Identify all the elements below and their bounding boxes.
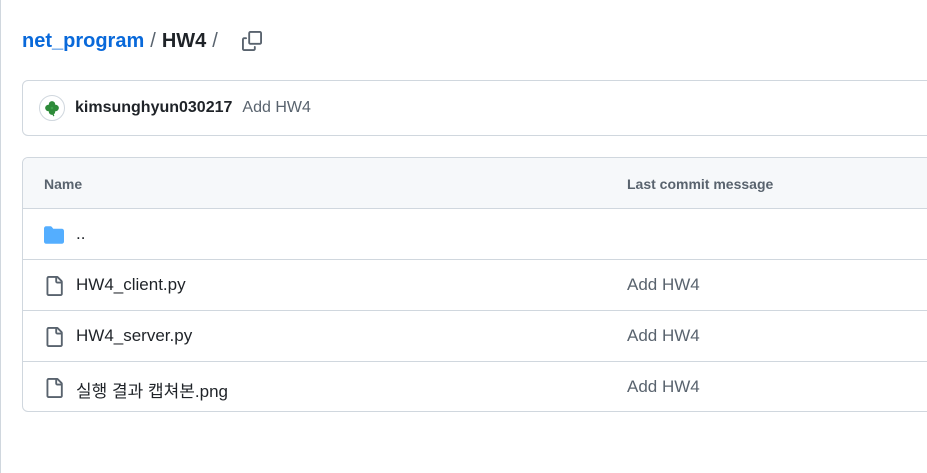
file-commit-message-link[interactable]: Add HW4 xyxy=(627,326,700,346)
file-name-link[interactable]: HW4_server.py xyxy=(76,326,192,346)
column-header-name: Name xyxy=(44,176,83,192)
file-table: Name Last commit message .. HW4_client.p… xyxy=(22,157,927,412)
file-icon xyxy=(43,326,65,348)
file-commit-message-link[interactable]: Add HW4 xyxy=(627,377,700,397)
table-row[interactable]: 실행 결과 캡쳐본.png Add HW4 xyxy=(23,362,927,411)
column-header-last-commit-message: Last commit message xyxy=(627,176,774,192)
breadcrumb-separator: / xyxy=(150,29,156,52)
table-row-parent-directory[interactable]: .. xyxy=(23,209,927,260)
breadcrumb-trailing-separator: / xyxy=(212,29,218,52)
table-header: Name Last commit message xyxy=(23,158,927,209)
breadcrumb-repo-link[interactable]: net_program xyxy=(22,30,144,53)
file-icon xyxy=(43,377,65,399)
folder-icon xyxy=(43,224,65,246)
commit-author-link[interactable]: kimsunghyun030217 xyxy=(75,99,232,117)
file-commit-message-link[interactable]: Add HW4 xyxy=(627,275,700,295)
copy-icon xyxy=(241,31,262,51)
commit-message-link[interactable]: Add HW4 xyxy=(242,99,310,117)
parent-directory-link[interactable]: .. xyxy=(76,224,85,244)
table-row[interactable]: HW4_client.py Add HW4 xyxy=(23,260,927,311)
file-name-link[interactable]: 실행 결과 캡쳐본.png xyxy=(76,377,228,402)
four-leaf-clover-icon xyxy=(45,101,59,117)
breadcrumb: net_program / HW4 / xyxy=(22,28,266,54)
page-left-border xyxy=(0,0,1,473)
file-name-link[interactable]: HW4_client.py xyxy=(76,275,186,295)
table-row[interactable]: HW4_server.py Add HW4 xyxy=(23,311,927,362)
file-icon xyxy=(43,275,65,297)
avatar[interactable] xyxy=(39,95,65,121)
copy-path-button[interactable] xyxy=(238,27,266,55)
breadcrumb-current-folder: HW4 xyxy=(161,29,207,52)
latest-commit-bar: kimsunghyun030217 Add HW4 xyxy=(22,80,927,136)
